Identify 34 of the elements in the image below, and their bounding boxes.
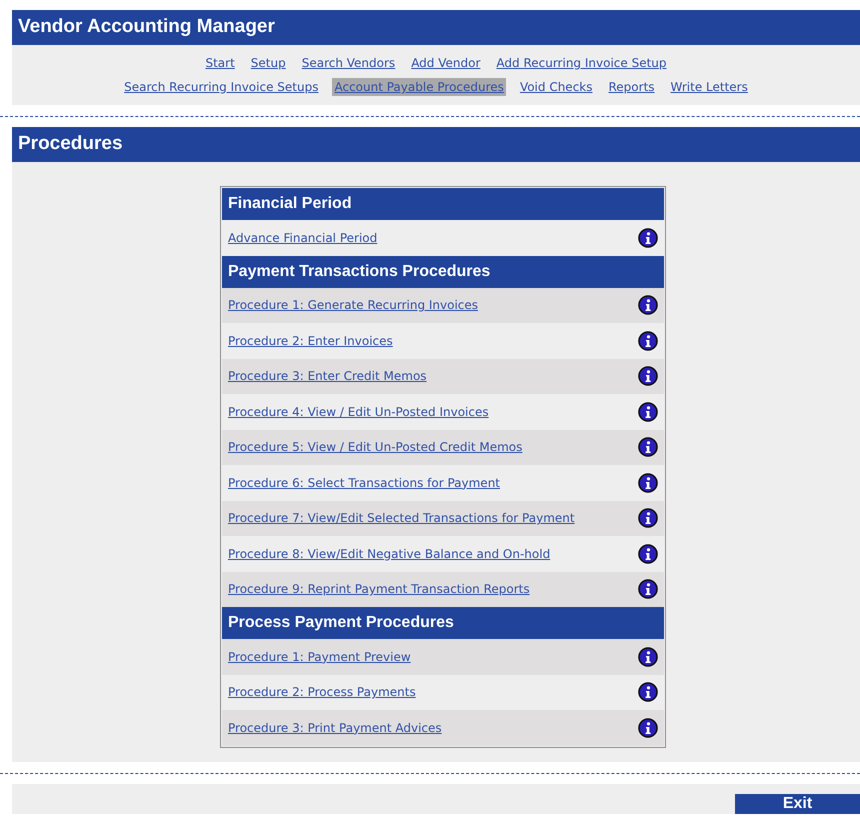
procedure-link[interactable]: Procedure 2: Enter Invoices <box>228 332 393 350</box>
app-title: Vendor Accounting Manager <box>12 10 860 45</box>
nav-link[interactable]: Add Recurring Invoice Setup <box>494 54 669 72</box>
nav-link[interactable]: Reports <box>606 78 657 96</box>
info-icon[interactable] <box>638 646 658 667</box>
exit-button[interactable]: Exit <box>735 794 860 814</box>
info-icon[interactable] <box>638 579 658 600</box>
info-icon[interactable] <box>638 437 658 458</box>
nav-link[interactable]: Search Vendors <box>300 54 398 72</box>
nav-link[interactable]: Setup <box>248 54 288 72</box>
section-header: Process Payment Procedures <box>222 607 664 639</box>
info-icon[interactable] <box>638 472 658 493</box>
info-icon[interactable] <box>638 544 658 564</box>
info-icon[interactable] <box>638 366 658 386</box>
nav-link[interactable]: Start <box>203 54 237 72</box>
info-icon[interactable] <box>638 402 658 422</box>
nav-link[interactable]: Write Letters <box>668 78 750 96</box>
section-header: Payment Transactions Procedures <box>222 256 664 288</box>
info-icon[interactable] <box>638 508 658 528</box>
nav-link[interactable]: Add Vendor <box>409 54 482 72</box>
info-icon[interactable] <box>638 718 658 738</box>
procedure-link[interactable]: Advance Financial Period <box>228 228 378 247</box>
nav-link[interactable]: Search Recurring Invoice Setups <box>122 78 320 96</box>
procedure-link[interactable]: Procedure 6: Select Transactions for Payment <box>228 474 500 492</box>
nav-link[interactable]: Void Checks <box>518 78 594 96</box>
info-icon[interactable] <box>638 295 658 316</box>
procedure-link[interactable]: Procedure 8: View/Edit Negative Balance and On-hold <box>228 544 550 563</box>
section-header: Financial Period <box>222 188 664 220</box>
info-icon[interactable] <box>638 228 658 248</box>
info-icon[interactable] <box>638 330 658 351</box>
procedure-link[interactable]: Procedure 4: View / Edit Un-Posted Invoices <box>228 402 489 421</box>
procedure-link[interactable]: Procedure 2: Process Payments <box>228 683 416 702</box>
page-title: Procedures <box>12 127 860 162</box>
info-icon[interactable] <box>638 682 658 702</box>
